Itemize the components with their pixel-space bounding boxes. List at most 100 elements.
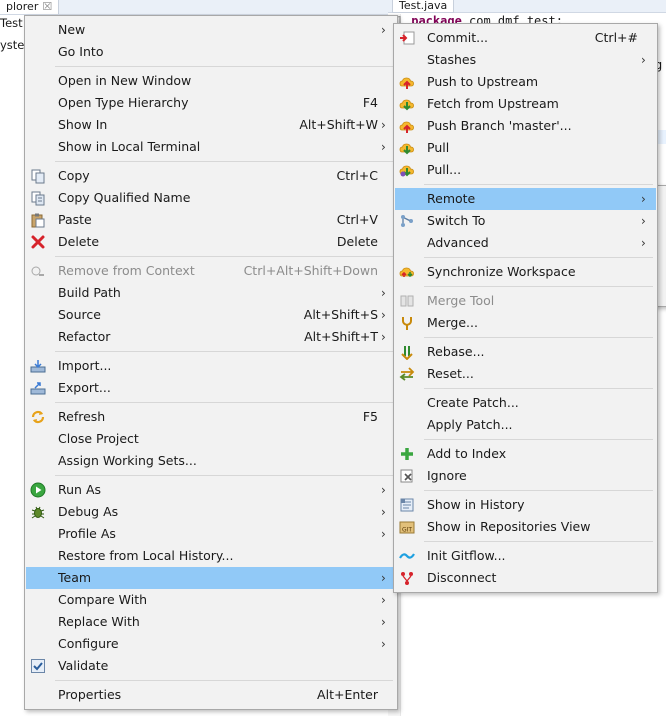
chevron-right-icon: › (381, 593, 386, 607)
context_menu-item-refresh[interactable]: Refresh F5 (26, 406, 396, 428)
menu-item-label: Advanced (427, 235, 489, 250)
rebase-icon (399, 344, 415, 360)
context_menu-item-source[interactable]: Source Alt+Shift+S › (26, 304, 396, 326)
menu-item-label: Debug As (58, 504, 119, 519)
team_menu-item-switch-to[interactable]: Switch To › (395, 210, 656, 232)
editor-tab[interactable]: Test.java (392, 0, 455, 13)
context_menu-item-validate[interactable]: Validate (26, 655, 396, 677)
context_menu-item-assign-working-sets[interactable]: Assign Working Sets... (26, 450, 396, 472)
context_menu-item-configure[interactable]: Configure › (26, 633, 396, 655)
close-icon[interactable]: ☒ (42, 0, 52, 13)
context_menu-item-team[interactable]: Team › (26, 567, 396, 589)
menu-item-label: Open Type Hierarchy (58, 95, 189, 110)
context_menu-item-delete[interactable]: Delete Delete (26, 231, 396, 253)
menu-item-label: Go Into (58, 44, 104, 59)
push-branch-icon (399, 118, 415, 134)
team_menu-item-pull[interactable]: Pull (395, 137, 656, 159)
menu-item-label: Build Path (58, 285, 121, 300)
refresh-icon (30, 409, 46, 425)
context_menu-item-go-into[interactable]: Go Into (26, 41, 396, 63)
team_menu-item-fetch-from-upstream[interactable]: Fetch from Upstream (395, 93, 656, 115)
context_menu-item-compare-with[interactable]: Compare With › (26, 589, 396, 611)
context_menu-item-refactor[interactable]: Refactor Alt+Shift+T › (26, 326, 396, 348)
menu-item-label: Replace With (58, 614, 140, 629)
push-icon (399, 74, 415, 90)
team_menu-item-advanced[interactable]: Advanced › (395, 232, 656, 254)
svg-text:GIT: GIT (402, 527, 412, 534)
context_menu-item-new[interactable]: New › (26, 19, 396, 41)
team_menu-item-add-to-index[interactable]: Add to Index (395, 443, 656, 465)
menu-item-label: Remote (427, 191, 476, 206)
context_menu-item-properties[interactable]: Properties Alt+Enter (26, 684, 396, 706)
history-icon (399, 497, 415, 513)
menu-item-label: Close Project (58, 431, 139, 446)
team_menu-item-synchronize-workspace[interactable]: Synchronize Workspace (395, 261, 656, 283)
team_menu-item-pull[interactable]: Pull... (395, 159, 656, 181)
menu-item-label: Show in Local Terminal (58, 139, 201, 154)
chevron-right-icon: › (381, 330, 386, 344)
team_menu-item-merge[interactable]: Merge... (395, 312, 656, 334)
context_menu-item-build-path[interactable]: Build Path › (26, 282, 396, 304)
menu-item-label: Show in History (427, 497, 525, 512)
team_menu-item-show-in-repositories-view[interactable]: GIT Show in Repositories View (395, 516, 656, 538)
team_menu-item-disconnect[interactable]: Disconnect (395, 567, 656, 589)
chevron-right-icon: › (641, 192, 646, 206)
team_menu-item-show-in-history[interactable]: Show in History (395, 494, 656, 516)
chevron-right-icon: › (381, 637, 386, 651)
context_menu-item-copy-qualified-name[interactable]: Copy Qualified Name (26, 187, 396, 209)
team_menu-item-ignore[interactable]: Ignore (395, 465, 656, 487)
team_menu-item-commit[interactable]: Commit... Ctrl+# (395, 27, 656, 49)
menu-item-label: Import... (58, 358, 112, 373)
run-icon (30, 482, 46, 498)
menu-item-label: Delete (58, 234, 100, 249)
context_menu-item-export[interactable]: Export... (26, 377, 396, 399)
menu-separator (55, 402, 393, 403)
context_menu-item-profile-as[interactable]: Profile As › (26, 523, 396, 545)
team_menu-item-push-branch-master[interactable]: Push Branch 'master'... (395, 115, 656, 137)
context_menu-item-remove-from-context[interactable]: Remove from Context Ctrl+Alt+Shift+Down (26, 260, 396, 282)
menu-item-label: Source (58, 307, 101, 322)
menu-item-label: Rebase... (427, 344, 485, 359)
gitflow-icon (399, 548, 415, 564)
team_menu-item-apply-patch[interactable]: Apply Patch... (395, 414, 656, 436)
copy-icon (30, 168, 46, 184)
menu-item-label: Synchronize Workspace (427, 264, 576, 279)
team_menu-item-init-gitflow[interactable]: Init Gitflow... (395, 545, 656, 567)
team-submenu: Commit... Ctrl+# Stashes › Push to Upstream F… (393, 23, 658, 593)
tree-item[interactable]: yste (0, 38, 24, 52)
context_menu-item-show-in-local-terminal[interactable]: Show in Local Terminal › (26, 136, 396, 158)
context_menu-item-open-in-new-window[interactable]: Open in New Window (26, 70, 396, 92)
team_menu-item-merge-tool[interactable]: Merge Tool (395, 290, 656, 312)
copy-qualified-icon (30, 190, 46, 206)
ignore-icon (399, 468, 415, 484)
menu-item-label: Refactor (58, 329, 111, 344)
team_menu-item-push-to-upstream[interactable]: Push to Upstream (395, 71, 656, 93)
tree-item[interactable]: Test (0, 16, 23, 30)
context_menu-item-replace-with[interactable]: Replace With › (26, 611, 396, 633)
context_menu-item-restore-from-local-history[interactable]: Restore from Local History... (26, 545, 396, 567)
disconnect-icon (399, 570, 415, 586)
menu-item-shortcut: Ctrl+Alt+Shift+Down (243, 263, 378, 278)
context_menu-item-open-type-hierarchy[interactable]: Open Type Hierarchy F4 (26, 92, 396, 114)
team_menu-item-stashes[interactable]: Stashes › (395, 49, 656, 71)
team_menu-item-rebase[interactable]: Rebase... (395, 341, 656, 363)
menu-item-label: Ignore (427, 468, 467, 483)
context_menu-item-run-as[interactable]: Run As › (26, 479, 396, 501)
menu-item-label: Pull (427, 140, 450, 155)
menu-separator (424, 439, 653, 440)
menu-item-label: Properties (58, 687, 122, 702)
context_menu-item-copy[interactable]: Copy Ctrl+C (26, 165, 396, 187)
pull-icon (399, 140, 415, 156)
team_menu-item-remote[interactable]: Remote › (395, 188, 656, 210)
context_menu-item-import[interactable]: Import... (26, 355, 396, 377)
menu-separator (424, 490, 653, 491)
chevron-right-icon: › (381, 527, 386, 541)
team_menu-item-create-patch[interactable]: Create Patch... (395, 392, 656, 414)
team_menu-item-reset[interactable]: Reset... (395, 363, 656, 385)
context_menu-item-close-project[interactable]: Close Project (26, 428, 396, 450)
context_menu-item-show-in[interactable]: Show In Alt+Shift+W › (26, 114, 396, 136)
context_menu-item-debug-as[interactable]: Debug As › (26, 501, 396, 523)
menu-item-label: Copy Qualified Name (58, 190, 191, 205)
explorer-tab[interactable]: plorer ☒ (0, 0, 60, 14)
context_menu-item-paste[interactable]: Paste Ctrl+V (26, 209, 396, 231)
